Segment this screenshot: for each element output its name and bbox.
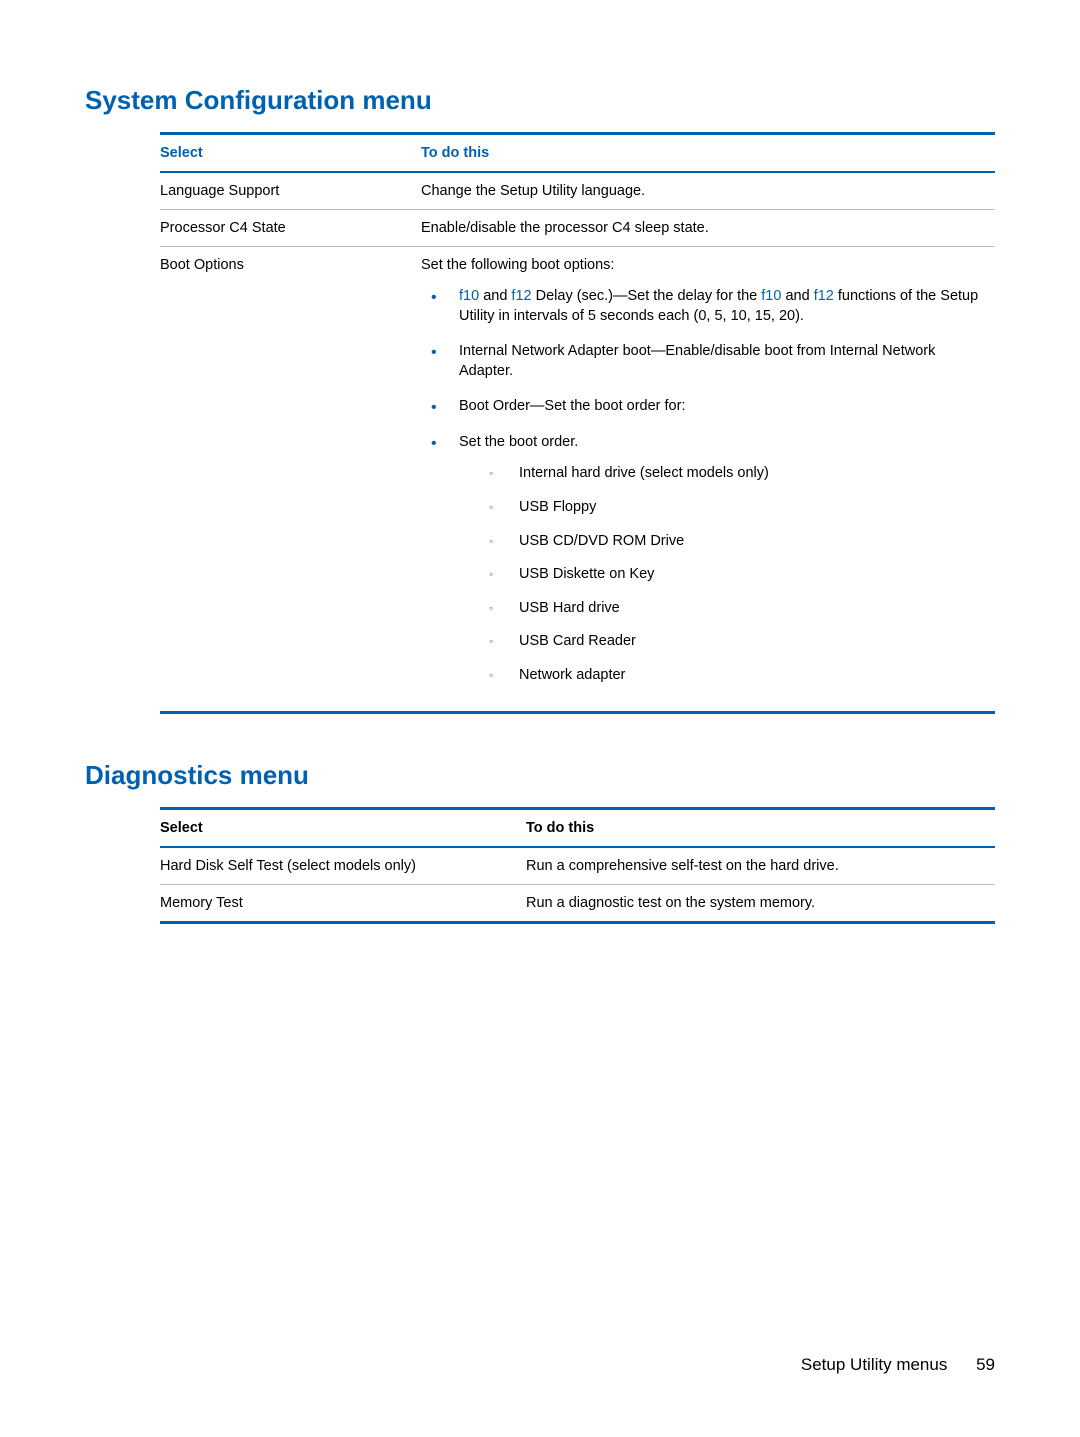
cell-select: Memory Test <box>160 885 526 923</box>
list-item: Internal hard drive (select models only) <box>489 464 989 484</box>
cell-desc: Run a diagnostic test on the system memo… <box>526 885 995 923</box>
cell-select: Boot Options <box>160 247 421 713</box>
key-f12: f12 <box>814 288 834 304</box>
page-footer: Setup Utility menus 59 <box>801 1355 995 1375</box>
cell-select: Language Support <box>160 172 421 210</box>
boot-order-sublist: Internal hard drive (select models only)… <box>459 464 989 685</box>
th-select: Select <box>160 809 526 848</box>
text: Set the boot order. <box>459 434 578 450</box>
heading-system-config: System Configuration menu <box>85 85 995 116</box>
cell-select: Processor C4 State <box>160 210 421 247</box>
cell-desc: Run a comprehensive self-test on the har… <box>526 847 995 885</box>
text: Delay (sec.)—Set the delay for the <box>532 288 762 304</box>
cell-desc: Enable/disable the processor C4 sleep st… <box>421 210 995 247</box>
th-select: Select <box>160 134 421 173</box>
table-row: Language Support Change the Setup Utilit… <box>160 172 995 210</box>
list-item: USB Card Reader <box>489 632 989 652</box>
key-f12: f12 <box>511 288 531 304</box>
list-item: Internal Network Adapter boot—Enable/dis… <box>431 342 989 381</box>
list-item: Set the boot order. Internal hard drive … <box>431 433 989 686</box>
cell-desc: Set the following boot options: f10 and … <box>421 247 995 713</box>
table-row: Memory Test Run a diagnostic test on the… <box>160 885 995 923</box>
table-row: Processor C4 State Enable/disable the pr… <box>160 210 995 247</box>
table-row: Boot Options Set the following boot opti… <box>160 247 995 713</box>
key-f10: f10 <box>761 288 781 304</box>
table-system-config: Select To do this Language Support Chang… <box>160 132 995 714</box>
boot-intro: Set the following boot options: <box>421 257 614 273</box>
key-f10: f10 <box>459 288 479 304</box>
text: and <box>781 288 813 304</box>
page-number: 59 <box>976 1355 995 1374</box>
th-todo: To do this <box>421 134 995 173</box>
heading-diagnostics: Diagnostics menu <box>85 760 995 791</box>
table-row: Hard Disk Self Test (select models only)… <box>160 847 995 885</box>
list-item: USB CD/DVD ROM Drive <box>489 532 989 552</box>
list-item: USB Hard drive <box>489 599 989 619</box>
boot-bullet-list: f10 and f12 Delay (sec.)—Set the delay f… <box>421 287 989 685</box>
list-item: USB Floppy <box>489 498 989 518</box>
th-todo: To do this <box>526 809 995 848</box>
cell-desc: Change the Setup Utility language. <box>421 172 995 210</box>
footer-label: Setup Utility menus <box>801 1355 947 1374</box>
list-item: f10 and f12 Delay (sec.)—Set the delay f… <box>431 287 989 326</box>
list-item: Boot Order—Set the boot order for: <box>431 397 989 417</box>
text: and <box>479 288 511 304</box>
table-diagnostics: Select To do this Hard Disk Self Test (s… <box>160 807 995 924</box>
list-item: USB Diskette on Key <box>489 565 989 585</box>
cell-select: Hard Disk Self Test (select models only) <box>160 847 526 885</box>
list-item: Network adapter <box>489 666 989 686</box>
